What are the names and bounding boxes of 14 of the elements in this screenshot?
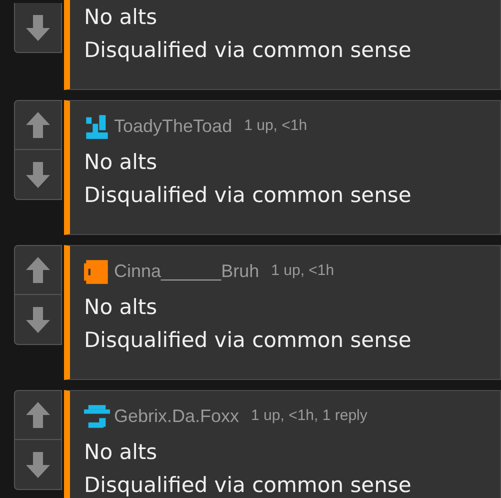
username-link[interactable]: ToadyTheToad bbox=[114, 113, 232, 140]
comment-text: No alts bbox=[84, 4, 158, 31]
username-link[interactable]: Cinna______Bruh bbox=[114, 258, 260, 285]
comment-text: Disqualified via common sense bbox=[84, 472, 412, 498]
comment-text: No alts bbox=[84, 294, 158, 321]
comment-meta: 1 up, <1h bbox=[244, 116, 308, 136]
comment-text: No alts bbox=[84, 439, 158, 466]
comment-text: Disqualified via common sense bbox=[84, 327, 412, 354]
comment-text: No alts bbox=[84, 149, 158, 176]
username-link[interactable]: Gebrix.Da.Foxx bbox=[114, 403, 240, 430]
comment-meta: 1 up, <1h, 1 reply bbox=[251, 406, 368, 426]
comment-meta: 1 up, <1h bbox=[271, 261, 334, 282]
comment-text: Disqualified via common sense bbox=[84, 37, 412, 64]
comment-text: Disqualified via common sense bbox=[84, 182, 412, 209]
